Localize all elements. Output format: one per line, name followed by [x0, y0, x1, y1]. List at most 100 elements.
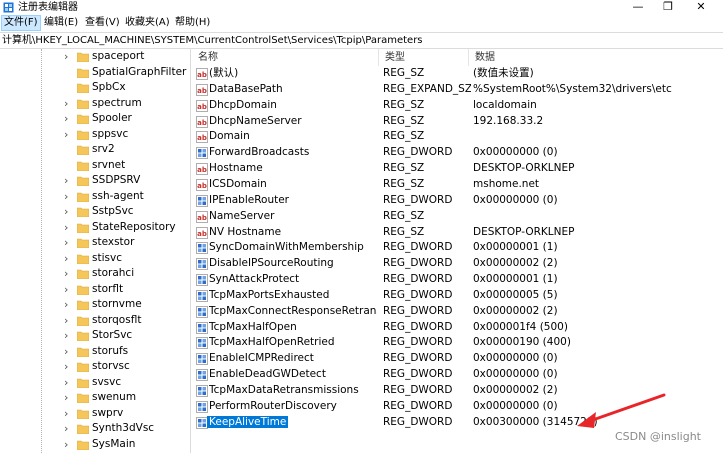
menu-view[interactable]: 查看(V): [83, 15, 122, 31]
value-row[interactable]: EnableICMPRedirect REG_DWORD 0x00000000 (0…: [192, 351, 723, 367]
tree-item[interactable]: › SSDPSRV: [0, 173, 190, 189]
chevron-right-icon[interactable]: ›: [64, 423, 68, 434]
chevron-right-icon[interactable]: ›: [64, 299, 68, 310]
chevron-right-icon[interactable]: ›: [64, 315, 68, 326]
tree-item[interactable]: › SstpSvc: [0, 204, 190, 220]
value-row[interactable]: ab DhcpNameServer REG_SZ 192.168.33.2: [192, 114, 723, 130]
tree-item[interactable]: › spectrum: [0, 96, 190, 112]
value-row[interactable]: TcpMaxHalfOpenRetried REG_DWORD 0x00000190…: [192, 335, 723, 351]
column-header-name[interactable]: 名称: [192, 49, 379, 66]
tree-item[interactable]: › StorSvc: [0, 328, 190, 344]
chevron-right-icon[interactable]: ›: [64, 206, 68, 217]
chevron-right-icon[interactable]: ›: [64, 377, 68, 388]
tree-item[interactable]: srvnet: [0, 158, 190, 174]
tree-item[interactable]: SpatialGraphFilter: [0, 65, 190, 81]
tree-item[interactable]: › storufs: [0, 344, 190, 360]
chevron-right-icon[interactable]: ›: [64, 330, 68, 341]
chevron-right-icon[interactable]: ›: [64, 284, 68, 295]
chevron-right-icon[interactable]: ›: [64, 253, 68, 264]
value-row[interactable]: ab DhcpDomain REG_SZ localdomain: [192, 98, 723, 114]
registry-tree[interactable]: › spaceport SpatialGraphFilter SpbCx › spectr…: [0, 49, 191, 453]
chevron-right-icon[interactable]: ›: [64, 175, 68, 186]
value-name-text: SynAttackProtect: [209, 273, 300, 286]
tree-item[interactable]: › Synth3dVsc: [0, 421, 190, 437]
value-row[interactable]: SynAttackProtect REG_DWORD 0x00000001 (1): [192, 272, 723, 288]
chevron-right-icon[interactable]: ›: [64, 439, 68, 450]
tree-item[interactable]: › stornvme: [0, 297, 190, 313]
chevron-right-icon[interactable]: ›: [64, 129, 68, 140]
tree-item[interactable]: › svsvc: [0, 375, 190, 391]
chevron-right-icon[interactable]: ›: [64, 408, 68, 419]
tree-item[interactable]: › swprv: [0, 406, 190, 422]
tree-item[interactable]: › Spooler: [0, 111, 190, 127]
value-row[interactable]: SyncDomainWithMembership REG_DWORD 0x00000…: [192, 240, 723, 256]
value-data: 0x00000005 (5): [473, 288, 558, 301]
folder-icon: [77, 176, 89, 186]
value-row[interactable]: TcpMaxPortsExhausted REG_DWORD 0x00000005 …: [192, 288, 723, 304]
chevron-right-icon[interactable]: ›: [64, 98, 68, 109]
value-row[interactable]: ForwardBroadcasts REG_DWORD 0x00000000 (0): [192, 145, 723, 161]
chevron-right-icon[interactable]: ›: [64, 222, 68, 233]
value-row[interactable]: ab NV Hostname REG_SZ DESKTOP-ORKLNEP: [192, 225, 723, 241]
column-header-data[interactable]: 数据: [469, 49, 723, 66]
minimize-button[interactable]: —: [623, 0, 653, 15]
value-row[interactable]: ab (默认) REG_SZ (数值未设置): [192, 66, 723, 82]
value-row[interactable]: ab Domain REG_SZ: [192, 129, 723, 145]
chevron-right-icon[interactable]: ›: [64, 237, 68, 248]
value-list[interactable]: 名称 类型 数据 ab (默认) REG_SZ (数值未设置) ab DataBasePa…: [192, 49, 723, 453]
tree-item[interactable]: › stexstor: [0, 235, 190, 251]
value-row[interactable]: EnableDeadGWDetect REG_DWORD 0x00000000 (0…: [192, 367, 723, 383]
tree-item[interactable]: › ssh-agent: [0, 189, 190, 205]
chevron-right-icon[interactable]: ›: [64, 392, 68, 403]
value-row[interactable]: ab NameServer REG_SZ: [192, 209, 723, 225]
folder-icon: [77, 316, 89, 326]
tree-item[interactable]: › storahci: [0, 266, 190, 282]
menu-file[interactable]: 文件(F): [1, 15, 41, 31]
close-button[interactable]: ✕: [686, 0, 716, 15]
tree-item[interactable]: srv2: [0, 142, 190, 158]
menu-edit[interactable]: 编辑(E): [42, 15, 80, 31]
chevron-right-icon[interactable]: ›: [64, 191, 68, 202]
value-row[interactable]: ab ICSDomain REG_SZ mshome.net: [192, 177, 723, 193]
tree-item[interactable]: › swenum: [0, 390, 190, 406]
value-row[interactable]: TcpMaxDataRetransmissions REG_DWORD 0x0000…: [192, 383, 723, 399]
menu-help[interactable]: 帮助(H): [173, 15, 212, 31]
maximize-button[interactable]: ❐: [653, 0, 683, 15]
tree-item-label: spectrum: [92, 96, 142, 109]
value-data: (数值未设置): [473, 67, 534, 79]
chevron-right-icon[interactable]: ›: [64, 113, 68, 124]
tree-item[interactable]: › stisvc: [0, 251, 190, 267]
tree-item[interactable]: › storflt: [0, 282, 190, 298]
value-row[interactable]: TcpMaxConnectResponseRetransmi... REG_DWO…: [192, 304, 723, 320]
value-row[interactable]: ab Hostname REG_SZ DESKTOP-ORKLNEP: [192, 161, 723, 177]
address-path[interactable]: 计算机\HKEY_LOCAL_MACHINE\SYSTEM\CurrentCon…: [2, 33, 423, 48]
tree-item[interactable]: › StateRepository: [0, 220, 190, 236]
menu-favorites[interactable]: 收藏夹(A): [123, 15, 172, 31]
value-row[interactable]: IPEnableRouter REG_DWORD 0x00000000 (0): [192, 193, 723, 209]
value-row[interactable]: PerformRouterDiscovery REG_DWORD 0x0000000…: [192, 399, 723, 415]
tree-item-label: spaceport: [92, 50, 145, 62]
chevron-right-icon[interactable]: ›: [64, 51, 68, 62]
tree-item[interactable]: › sppsvc: [0, 127, 190, 143]
value-row[interactable]: TcpMaxHalfOpen REG_DWORD 0x000001f4 (500): [192, 320, 723, 336]
chevron-right-icon[interactable]: ›: [64, 346, 68, 357]
column-header-type[interactable]: 类型: [379, 49, 469, 66]
tree-item-label: srv2: [92, 143, 115, 155]
value-name: ICSDomain: [209, 177, 377, 193]
tree-item[interactable]: SpbCx: [0, 80, 190, 96]
value-type: REG_DWORD: [383, 399, 453, 412]
value-name: IPEnableRouter: [209, 193, 377, 209]
tree-item[interactable]: › storqosflt: [0, 313, 190, 329]
chevron-right-icon[interactable]: ›: [64, 268, 68, 279]
tree-item-label: SpatialGraphFilter: [92, 65, 187, 78]
value-name: TcpMaxHalfOpenRetried: [209, 335, 377, 351]
tree-item[interactable]: › spaceport: [0, 49, 190, 65]
address-bar[interactable]: 计算机\HKEY_LOCAL_MACHINE\SYSTEM\CurrentCon…: [0, 32, 723, 49]
tree-item[interactable]: › storvsc: [0, 359, 190, 375]
value-row[interactable]: DisableIPSourceRouting REG_DWORD 0x0000000…: [192, 256, 723, 272]
tree-item[interactable]: › SysMain: [0, 437, 190, 453]
value-row[interactable]: ab DataBasePath REG_EXPAND_SZ %SystemRoot%\…: [192, 82, 723, 98]
chevron-right-icon[interactable]: ›: [64, 361, 68, 372]
value-name-text: (默认): [209, 67, 239, 79]
value-row[interactable]: KeepAliveTime REG_DWORD 0x00300000 (314572…: [192, 414, 723, 431]
